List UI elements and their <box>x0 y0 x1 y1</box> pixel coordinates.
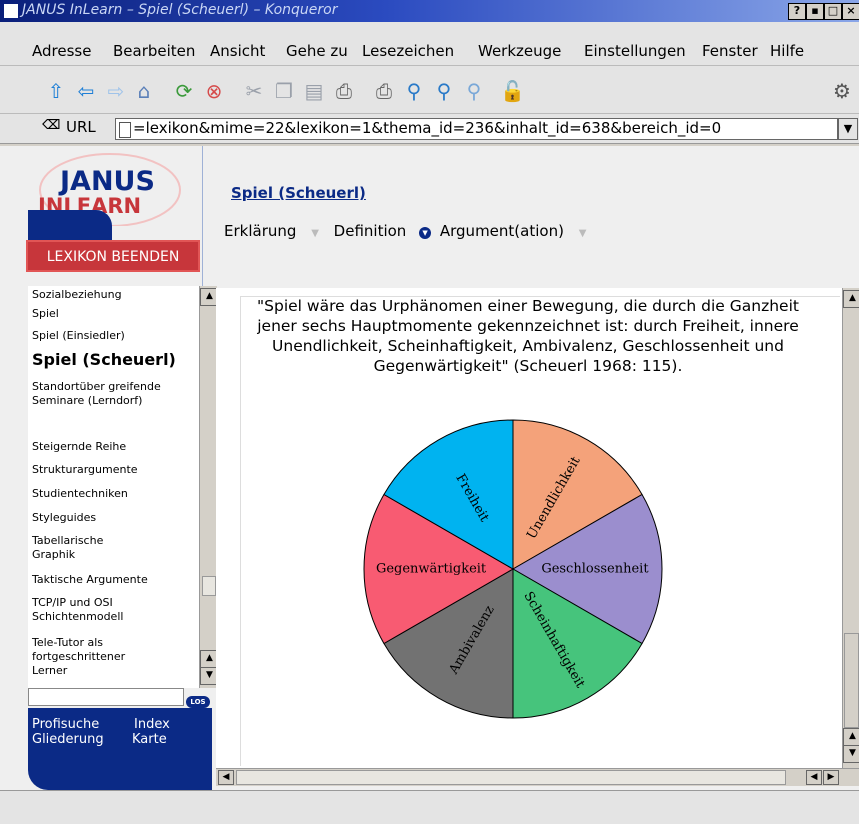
tab-active-icon: ▼ <box>419 227 432 239</box>
lexicon-search-input[interactable] <box>28 688 184 706</box>
stop-icon[interactable]: ⊗ <box>202 79 226 103</box>
menu-ansicht[interactable]: Ansicht <box>210 42 265 60</box>
list-item[interactable]: Strukturargumente <box>32 463 138 477</box>
scroll-left-icon[interactable]: ◀ <box>218 770 234 785</box>
zoom-in-icon[interactable]: ⚲ <box>432 79 456 103</box>
app-icon <box>4 4 18 18</box>
forward-icon[interactable]: ⇨ <box>104 79 128 103</box>
tab-argumentation[interactable]: Argument(ation) <box>440 222 564 240</box>
tab-arrow-icon: ▼ <box>578 228 587 239</box>
pie-chart: UnendlichkeitGeschlossenheitScheinhaftig… <box>363 419 663 719</box>
scroll-thumb[interactable] <box>202 576 216 596</box>
url-dropdown-arrow-icon[interactable]: ▼ <box>838 118 858 140</box>
content-horizontal-scrollbar[interactable]: ◀ ◀ ▶ <box>216 768 859 786</box>
url-label: URL <box>66 118 96 136</box>
sidebar-scrollbar[interactable]: ▲ ▲ ▼ <box>199 286 219 688</box>
scroll-up-icon[interactable]: ▲ <box>843 728 859 746</box>
url-value: =lexikon&mime=22&lexikon=1&thema_id=236&… <box>133 119 722 137</box>
lexikon-beenden-button[interactable]: LEXIKON BEENDEN <box>26 240 200 272</box>
zoom-fit-icon[interactable]: ⚲ <box>402 79 426 103</box>
logo-tab-shape <box>28 210 112 240</box>
page-title[interactable]: Spiel (Scheuerl) <box>231 184 366 202</box>
konqueror-gear-icon[interactable]: ⚙ <box>830 79 854 103</box>
back-icon[interactable]: ⇦ <box>74 79 98 103</box>
print-icon[interactable]: ⎙ <box>332 79 356 103</box>
menu-einstellungen[interactable]: Einstellungen <box>584 42 686 60</box>
zoom-out-icon[interactable]: ⚲ <box>462 79 486 103</box>
cut-icon[interactable]: ✂ <box>242 79 266 103</box>
list-item[interactable]: Taktische Argumente <box>32 573 148 587</box>
scroll-left-icon[interactable]: ◀ <box>806 770 822 785</box>
content-tabs: Erklärung ▼ Definition ▼ Argument(ation)… <box>224 222 586 240</box>
karte-link[interactable]: Karte <box>132 733 167 747</box>
list-item[interactable]: Tabellarische Graphik <box>32 534 118 562</box>
scroll-thumb[interactable] <box>236 770 786 785</box>
page-icon <box>119 122 131 138</box>
list-item[interactable]: Spiel (Einsiedler) <box>32 329 125 343</box>
menu-bearbeiten[interactable]: Bearbeiten <box>113 42 195 60</box>
list-item[interactable]: Studientechniken <box>32 487 128 501</box>
url-input[interactable]: =lexikon&mime=22&lexikon=1&thema_id=236&… <box>115 118 838 140</box>
gliederung-link[interactable]: Gliederung <box>32 733 104 747</box>
menu-adresse[interactable]: Adresse <box>32 42 91 60</box>
scroll-down-icon[interactable]: ▼ <box>843 745 859 763</box>
clear-location-icon[interactable]: ⌫ <box>42 118 60 133</box>
scroll-up-icon[interactable]: ▲ <box>843 290 859 308</box>
toolbar <box>0 66 859 114</box>
sidebar-margin <box>0 286 28 790</box>
minimize-window-button[interactable]: ▪ <box>806 3 824 20</box>
menu-lesezeichen[interactable]: Lesezeichen <box>362 42 454 60</box>
menu-werkzeuge[interactable]: Werkzeuge <box>478 42 561 60</box>
tab-arrow-icon: ▼ <box>311 228 319 239</box>
maximize-window-button[interactable]: □ <box>824 3 842 20</box>
home-icon[interactable]: ⌂ <box>132 79 156 103</box>
list-item[interactable]: Sozialbeziehung <box>32 288 122 302</box>
tab-erklaerung[interactable]: Erklärung <box>224 222 296 240</box>
list-item[interactable]: Standortüber greifende Seminare (Lerndor… <box>32 380 172 408</box>
print-preview-icon[interactable]: ⎙ <box>372 79 396 103</box>
logo-janus: JANUS <box>58 166 155 197</box>
scroll-thumb[interactable] <box>844 633 859 728</box>
list-item[interactable]: Tele-Tutor als fortgeschrittener Lerner <box>32 636 142 678</box>
pie-slice-label: Geschlossenheit <box>541 562 649 577</box>
status-bar <box>0 790 859 824</box>
search-go-button[interactable]: LOS <box>186 696 210 708</box>
list-item[interactable]: Spiel <box>32 307 59 321</box>
menu-gehe-zu[interactable]: Gehe zu <box>286 42 348 60</box>
reload-icon[interactable]: ⟳ <box>172 79 196 103</box>
close-window-button[interactable]: × <box>842 3 859 20</box>
security-lock-icon[interactable]: 🔓 <box>500 79 525 103</box>
copy-icon[interactable]: ❐ <box>272 79 296 103</box>
window-titlebar: JANUS InLearn – Spiel (Scheuerl) – Konqu… <box>0 0 859 22</box>
profisuche-link[interactable]: Profisuche <box>32 718 99 732</box>
menubar: Adresse Bearbeiten Ansicht Gehe zu Lesez… <box>0 22 859 66</box>
menu-hilfe[interactable]: Hilfe <box>770 42 804 60</box>
scheuerl-quote: "Spiel wäre das Urphänomen einer Bewegun… <box>257 297 799 375</box>
list-item[interactable]: TCP/IP und OSI Schichtenmodell <box>32 596 142 624</box>
paste-icon[interactable]: ▤ <box>302 79 326 103</box>
index-link[interactable]: Index <box>134 718 170 732</box>
list-item[interactable]: Styleguides <box>32 511 96 525</box>
up-icon[interactable]: ⇧ <box>44 79 68 103</box>
window-title: JANUS InLearn – Spiel (Scheuerl) – Konqu… <box>22 2 338 18</box>
scroll-right-icon[interactable]: ▶ <box>823 770 839 785</box>
sidebar-nav: Profisuche Index Gliederung Karte <box>28 708 212 790</box>
lexicon-index-list: Sozialbeziehung Spiel Spiel (Einsiedler)… <box>28 286 200 688</box>
content-vertical-scrollbar[interactable]: ▲ ▲ ▼ <box>842 288 859 768</box>
list-item[interactable]: Steigernde Reihe <box>32 440 126 454</box>
menu-fenster[interactable]: Fenster <box>702 42 758 60</box>
header-divider <box>202 146 203 286</box>
pie-slice-label: Gegenwärtigkeit <box>376 562 487 577</box>
tab-definition[interactable]: Definition <box>334 222 407 240</box>
help-window-button[interactable]: ? <box>788 3 806 20</box>
list-item-current[interactable]: Spiel (Scheuerl) <box>32 350 176 370</box>
